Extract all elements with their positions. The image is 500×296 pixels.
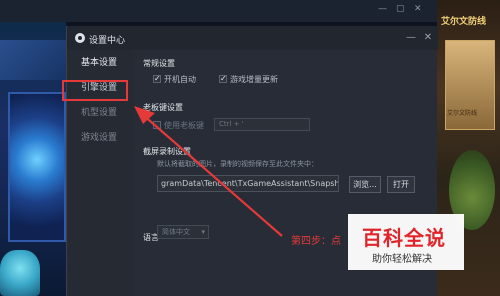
sidebar-item-game[interactable]: 游戏设置 [67,127,135,149]
screenshot-settings-title: 截屏录制设置 [143,147,191,156]
close-icon[interactable]: ✕ [421,31,435,45]
language-selected-value: 简体中文 [162,228,190,236]
watermark: 百科全说 助你轻松解决 [348,214,464,270]
dialog-titlebar: 设置中心 — ✕ [67,26,438,50]
sidebar-item-basic[interactable]: 基本设置 [67,52,135,74]
incremental-update-label: 游戏增量更新 [230,75,278,84]
checkbox-checked-icon [153,73,161,85]
boss-key-checkbox[interactable]: 使用老板键 [153,120,204,132]
game-panel-text: 艾尔文防线 [447,110,478,117]
browse-button[interactable]: 浏览... [349,176,381,193]
open-button[interactable]: 打开 [387,176,415,193]
highlight-box-engine-settings [62,80,128,101]
checkbox-unchecked-icon [153,121,161,129]
autostart-checkbox[interactable]: 开机自动 [153,73,196,86]
boss-key-shortcut-input[interactable]: Ctrl + ' [214,118,310,131]
character-image [0,250,40,296]
incremental-update-checkbox[interactable]: 游戏增量更新 [219,73,278,86]
host-titlebar: — ▢ ✕ [0,0,500,22]
minimize-icon[interactable]: — [404,31,418,45]
close-icon[interactable]: ✕ [414,4,422,14]
maximize-icon[interactable]: ▢ [396,4,405,14]
chevron-down-icon: ▾ [201,228,205,236]
general-settings-title: 常规设置 [143,59,175,68]
dialog-title: 设置中心 [89,36,126,46]
sidebar-item-model[interactable]: 机型设置 [67,102,135,124]
step-instruction-text: 第四步：点 [291,236,341,247]
screenshot-description: 默认将截取的图片，录制的视频保存至此文件夹中： [157,160,318,168]
watermark-main-text: 百科全说 [362,226,446,250]
checkbox-checked-icon [219,73,227,85]
game-card-image [8,92,66,242]
minimize-icon[interactable]: — [378,4,387,14]
app-logo-icon [75,33,85,43]
screenshot-path-input[interactable]: gramData\Tencent\TxGameAssistant\Snapsho… [157,175,339,192]
game-title-text: 艾尔文防线 [441,17,487,27]
boss-key-title: 老板键设置 [143,103,183,112]
watermark-sub-text: 助你轻松解决 [372,254,432,265]
game-banner [0,40,66,80]
boss-key-label: 使用老板键 [164,121,204,130]
game-artwork-left [0,22,66,296]
language-select[interactable]: 简体中文 ▾ [157,225,209,239]
autostart-label: 开机自动 [164,75,196,84]
